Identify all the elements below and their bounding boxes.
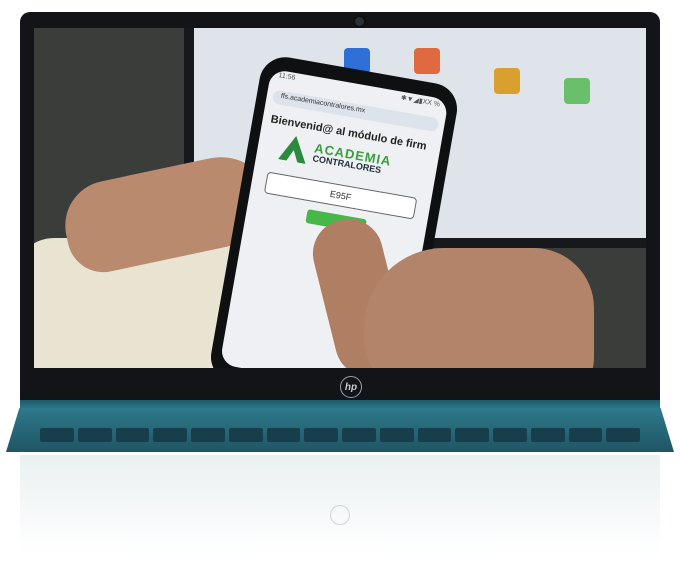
webcam-icon — [355, 17, 364, 26]
key — [493, 428, 527, 442]
key — [40, 428, 74, 442]
key — [417, 428, 452, 442]
logo-mark-icon — [278, 134, 310, 164]
key — [530, 428, 565, 442]
status-time: 11:56 — [277, 72, 296, 82]
laptop-screen-photo: 11:56 ✱▼◢▮XX % ffs.academiacontralores.m… — [34, 28, 646, 368]
laptop-lid: 11:56 ✱▼◢▮XX % ffs.academiacontralores.m… — [20, 12, 660, 402]
keyboard-row — [40, 428, 640, 442]
key — [191, 428, 225, 442]
hp-logo: hp — [340, 376, 362, 398]
status-icons: ✱▼◢▮XX % — [400, 94, 441, 109]
key — [77, 428, 112, 442]
key — [379, 428, 414, 442]
key — [568, 428, 603, 442]
key — [304, 428, 338, 442]
app-icon — [414, 48, 440, 74]
right-hand — [364, 248, 594, 368]
key — [455, 428, 489, 442]
app-icon — [564, 78, 590, 104]
reflected-logo — [330, 505, 350, 525]
app-icon — [494, 68, 520, 94]
key — [228, 428, 263, 442]
key — [153, 428, 187, 442]
key — [266, 428, 301, 442]
key — [115, 428, 150, 442]
key — [606, 428, 640, 442]
key — [342, 428, 376, 442]
